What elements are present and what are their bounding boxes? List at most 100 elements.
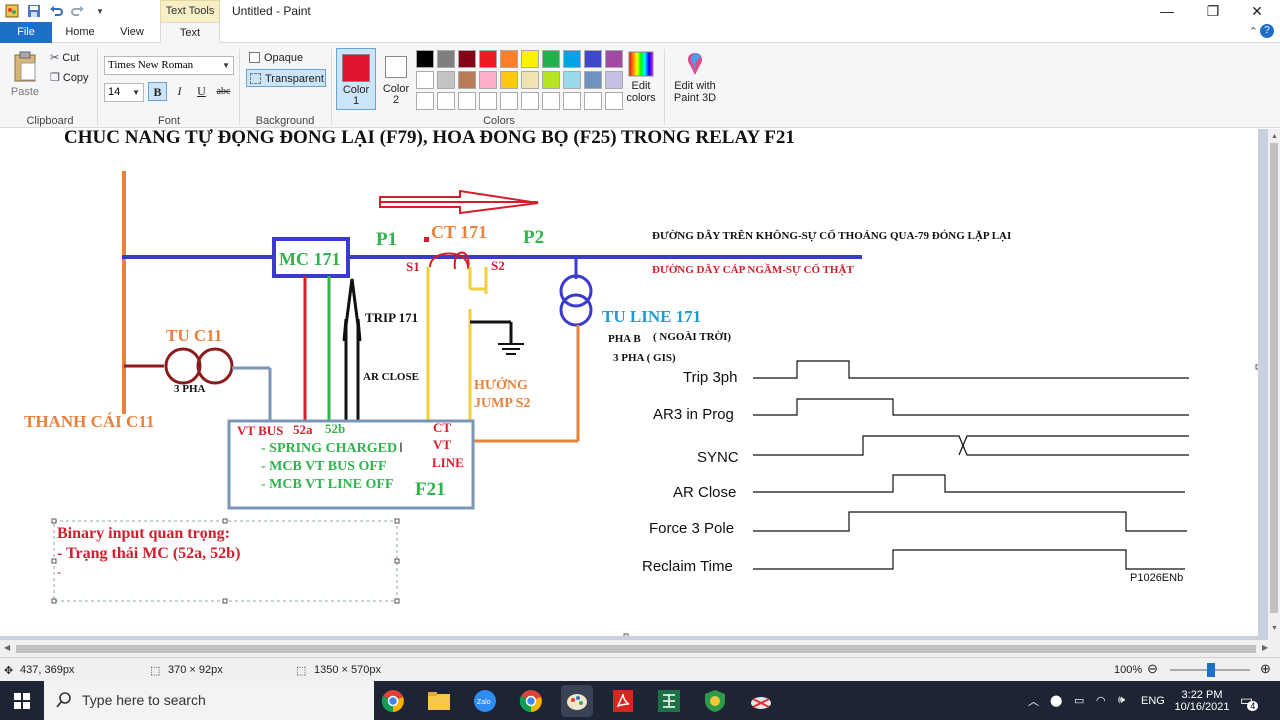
- palette-swatch[interactable]: [584, 92, 602, 110]
- palette-swatch[interactable]: [563, 71, 581, 89]
- taskbar-paint-app[interactable]: [561, 685, 593, 717]
- palette-swatch[interactable]: [521, 50, 539, 68]
- palette-swatch[interactable]: [479, 71, 497, 89]
- save-icon[interactable]: [26, 3, 42, 19]
- taskbar-search-box[interactable]: Type here to search: [44, 681, 374, 720]
- scroll-left-icon[interactable]: ◀: [4, 643, 10, 652]
- edit-with-paint3d-button[interactable]: Edit with Paint 3D: [670, 51, 720, 104]
- network-icon[interactable]: ▭: [1074, 681, 1084, 720]
- taskbar-security-app[interactable]: [699, 685, 731, 717]
- palette-swatch[interactable]: [500, 71, 518, 89]
- tab-home[interactable]: Home: [60, 22, 100, 43]
- show-hidden-icons-button[interactable]: ︿: [1028, 681, 1039, 720]
- strikethrough-button[interactable]: abc: [214, 82, 233, 101]
- tab-file[interactable]: File: [0, 22, 52, 43]
- taskbar-excel-app[interactable]: [653, 685, 685, 717]
- start-button[interactable]: [0, 681, 44, 720]
- palette-swatch[interactable]: [458, 92, 476, 110]
- tab-view[interactable]: View: [112, 22, 152, 43]
- font-group-label: Font: [157, 115, 180, 127]
- wifi-icon[interactable]: ◠: [1096, 681, 1106, 720]
- system-clock[interactable]: 3:22 PM 10/16/2021: [1174, 681, 1229, 720]
- palette-swatch[interactable]: [563, 50, 581, 68]
- palette-swatch[interactable]: [542, 92, 560, 110]
- transparent-option[interactable]: Transparent: [246, 69, 326, 87]
- minimize-button[interactable]: —: [1144, 0, 1190, 22]
- customize-qat-icon[interactable]: ▾: [92, 3, 108, 19]
- palette-swatch[interactable]: [605, 71, 623, 89]
- palette-swatch[interactable]: [605, 50, 623, 68]
- chevron-down-icon: ▼: [132, 88, 140, 97]
- italic-button[interactable]: I: [170, 82, 189, 101]
- palette-swatch[interactable]: [521, 92, 539, 110]
- underline-button[interactable]: U: [192, 82, 211, 101]
- palette-swatch[interactable]: [563, 92, 581, 110]
- palette-swatch[interactable]: [542, 50, 560, 68]
- huong-label: HƯỚNG: [474, 378, 528, 393]
- palette-swatch[interactable]: [458, 50, 476, 68]
- opaque-option[interactable]: Opaque: [246, 49, 326, 67]
- palette-swatch[interactable]: [584, 50, 602, 68]
- taskbar-snipping-app[interactable]: [745, 685, 777, 717]
- maximize-button[interactable]: ❐: [1190, 0, 1236, 22]
- palette-swatch[interactable]: [437, 71, 455, 89]
- copy-button[interactable]: ❐ Copy: [50, 71, 89, 85]
- horizontal-scroll-thumb[interactable]: [16, 645, 1256, 653]
- color2-button[interactable]: Color 2: [376, 48, 416, 110]
- svg-text:Zalo: Zalo: [477, 699, 491, 706]
- drawing-canvas[interactable]: CHUC NANG TỰ ĐỘNG ĐONG LẠI (F79), HOA ĐO…: [0, 129, 1258, 636]
- zoom-out-button[interactable]: ⊖: [1147, 661, 1158, 677]
- palette-swatch[interactable]: [500, 50, 518, 68]
- paint3d-label-2: Paint 3D: [673, 92, 717, 104]
- help-icon[interactable]: ?: [1260, 24, 1274, 38]
- horizontal-scrollbar[interactable]: ◀ ▶: [0, 640, 1280, 657]
- taskbar-zalo-app[interactable]: Zalo: [469, 685, 501, 717]
- zoom-in-button[interactable]: ⊕: [1260, 661, 1271, 677]
- taskbar-chrome-profile-app[interactable]: [515, 685, 547, 717]
- taskbar-acrobat-app[interactable]: [607, 685, 639, 717]
- tu-line-coil-2: [559, 293, 593, 327]
- palette-swatch[interactable]: [605, 92, 623, 110]
- vertical-scrollbar[interactable]: ▲ ▼: [1268, 129, 1280, 640]
- palette-swatch[interactable]: [437, 50, 455, 68]
- tray-app-icon[interactable]: ⬤: [1050, 681, 1062, 720]
- edit-colors-button[interactable]: Edit colors: [624, 51, 658, 104]
- input-language[interactable]: ENG: [1141, 681, 1165, 720]
- scroll-down-icon[interactable]: ▼: [1271, 625, 1278, 632]
- tab-text[interactable]: Text: [160, 22, 220, 44]
- tu-c11-label: TU C11: [166, 326, 223, 345]
- palette-swatch[interactable]: [416, 50, 434, 68]
- palette-swatch[interactable]: [479, 50, 497, 68]
- palette-swatch[interactable]: [416, 71, 434, 89]
- close-button[interactable]: ✕: [1234, 0, 1280, 22]
- taskbar-chrome-app[interactable]: [377, 685, 409, 717]
- zoom-slider-thumb[interactable]: [1207, 663, 1215, 677]
- palette-swatch[interactable]: [437, 92, 455, 110]
- notification-center-button[interactable]: ▭ 4: [1240, 681, 1259, 720]
- volume-icon[interactable]: 🕪: [1118, 681, 1125, 720]
- scroll-up-icon[interactable]: ▲: [1271, 133, 1278, 140]
- taskbar-file-explorer-app[interactable]: [423, 685, 455, 717]
- paste-button[interactable]: Paste: [8, 51, 42, 98]
- font-family-select[interactable]: Times New Roman ▼: [104, 56, 234, 75]
- color1-button[interactable]: Color 1: [336, 48, 376, 110]
- palette-swatch[interactable]: [500, 92, 518, 110]
- redo-icon[interactable]: [70, 3, 86, 19]
- cut-button[interactable]: ✂ Cut: [50, 51, 79, 65]
- undo-icon[interactable]: [48, 3, 64, 19]
- palette-swatch[interactable]: [584, 71, 602, 89]
- ribbon-tabs: File Home View Text ⌃ ?: [0, 22, 1280, 44]
- bold-button[interactable]: B: [148, 82, 167, 101]
- collapse-ribbon-icon[interactable]: ⌃: [1249, 25, 1258, 38]
- palette-swatch[interactable]: [458, 71, 476, 89]
- palette-swatch[interactable]: [479, 92, 497, 110]
- palette-swatch[interactable]: [542, 71, 560, 89]
- vertical-scroll-thumb[interactable]: [1270, 143, 1278, 613]
- timing-label-force3pole: Force 3 Pole: [649, 520, 735, 537]
- scroll-right-icon[interactable]: ▶: [1262, 643, 1268, 652]
- font-size-select[interactable]: 14 ▼: [104, 83, 144, 102]
- palette-swatch[interactable]: [416, 92, 434, 110]
- color2-swatch: [385, 56, 407, 78]
- trip-arrow: [342, 278, 362, 421]
- palette-swatch[interactable]: [521, 71, 539, 89]
